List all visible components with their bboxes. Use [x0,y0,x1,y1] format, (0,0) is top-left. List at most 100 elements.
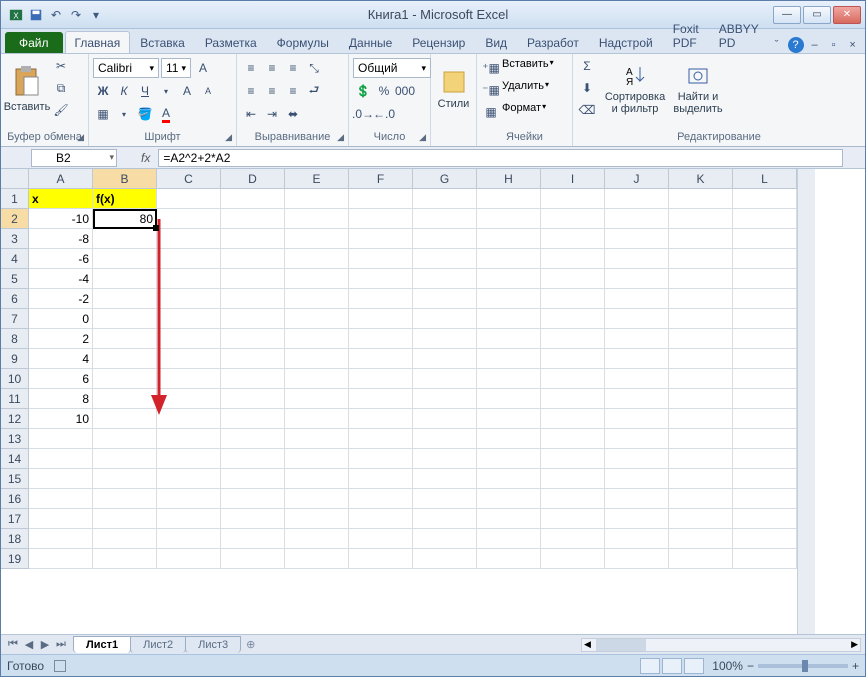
format-cells-button[interactable]: ▦Формат▾ [481,102,546,122]
cell[interactable] [29,549,93,569]
cell[interactable] [733,369,797,389]
clear-icon[interactable]: ⌫ [577,100,597,120]
number-format-combo[interactable]: Общий▾ [353,58,431,78]
cell[interactable] [221,369,285,389]
row-header[interactable]: 5 [1,269,29,289]
cell[interactable] [349,249,413,269]
sheet-nav-first-icon[interactable]: ⏮ [5,638,21,651]
cell[interactable]: 4 [29,349,93,369]
format-painter-icon[interactable]: 🖌 [51,100,71,120]
vertical-scrollbar[interactable] [797,169,815,634]
close-button[interactable]: ✕ [833,6,861,24]
cell[interactable] [285,549,349,569]
underline-icon[interactable]: Ч [135,81,155,101]
cell[interactable] [541,349,605,369]
fill-handle[interactable] [153,225,159,231]
help-icon[interactable]: ? [788,37,804,53]
cell[interactable] [605,349,669,369]
cell[interactable] [541,189,605,209]
cell[interactable] [605,329,669,349]
cell[interactable] [221,389,285,409]
cell[interactable] [29,489,93,509]
cell[interactable] [733,429,797,449]
cell[interactable] [221,509,285,529]
cell[interactable] [157,509,221,529]
cell[interactable] [93,409,157,429]
cell[interactable]: -2 [29,289,93,309]
cell[interactable] [413,429,477,449]
percent-icon[interactable]: % [374,81,394,101]
cell[interactable] [733,289,797,309]
tab-developer[interactable]: Разработ [517,31,589,53]
column-header[interactable]: G [413,169,477,189]
zoom-in-icon[interactable]: + [852,659,859,673]
cell[interactable] [605,469,669,489]
cell[interactable] [413,369,477,389]
row-header[interactable]: 19 [1,549,29,569]
cell[interactable] [93,469,157,489]
cell[interactable]: 6 [29,369,93,389]
cell[interactable] [349,509,413,529]
sheet-tab-3[interactable]: Лист3 [185,636,241,653]
align-top-icon[interactable]: ≡ [241,58,261,78]
increase-indent-icon[interactable]: ⇥ [262,104,282,124]
column-header[interactable]: B [93,169,157,189]
shrink-font-icon[interactable]: A [198,81,218,101]
dialog-launcher-icon[interactable]: ◢ [77,132,84,143]
qat-dropdown-icon[interactable]: ▾ [87,6,105,24]
cell[interactable] [157,389,221,409]
cell[interactable] [157,189,221,209]
cell[interactable] [221,469,285,489]
cell[interactable] [733,329,797,349]
cell[interactable] [541,469,605,489]
cell[interactable] [285,529,349,549]
macro-record-icon[interactable] [54,660,66,672]
comma-icon[interactable]: 000 [395,81,415,101]
save-icon[interactable] [27,6,45,24]
cell[interactable] [541,269,605,289]
cell[interactable] [221,189,285,209]
cell[interactable] [733,549,797,569]
row-header[interactable]: 13 [1,429,29,449]
insert-cells-button[interactable]: ⁺▦Вставить▾ [481,58,554,78]
cell[interactable] [413,189,477,209]
cell[interactable]: -8 [29,229,93,249]
tab-addins[interactable]: Надстрой [589,31,663,53]
cell[interactable] [29,469,93,489]
tab-foxit[interactable]: Foxit PDF [663,17,709,53]
cell[interactable] [349,529,413,549]
cell[interactable] [93,249,157,269]
sheet-nav-last-icon[interactable]: ⏭ [53,638,69,651]
cell[interactable] [669,209,733,229]
font-size-combo[interactable]: 11▾ [161,58,191,78]
cell[interactable] [477,509,541,529]
cell[interactable] [157,549,221,569]
orientation-icon[interactable]: ⤡ [304,58,324,78]
cell[interactable] [93,529,157,549]
cell[interactable] [477,489,541,509]
cell[interactable] [221,209,285,229]
cell[interactable] [93,369,157,389]
row-header[interactable]: 15 [1,469,29,489]
column-header[interactable]: H [477,169,541,189]
cell[interactable] [93,229,157,249]
tab-insert[interactable]: Вставка [130,31,195,53]
autosum-icon[interactable]: Σ [577,56,597,76]
cell[interactable] [157,529,221,549]
row-header[interactable]: 3 [1,229,29,249]
cell[interactable] [477,529,541,549]
cell[interactable] [733,229,797,249]
cell[interactable] [477,429,541,449]
cell[interactable] [669,249,733,269]
cell[interactable] [541,369,605,389]
cell[interactable] [541,429,605,449]
cell[interactable] [669,369,733,389]
cell[interactable] [541,449,605,469]
view-layout-icon[interactable] [662,658,682,674]
row-header[interactable]: 2 [1,209,29,229]
column-header[interactable]: F [349,169,413,189]
window-close-icon[interactable]: × [845,37,861,53]
underline-dd-icon[interactable]: ▾ [156,81,176,101]
cell[interactable] [349,449,413,469]
cell[interactable] [157,289,221,309]
